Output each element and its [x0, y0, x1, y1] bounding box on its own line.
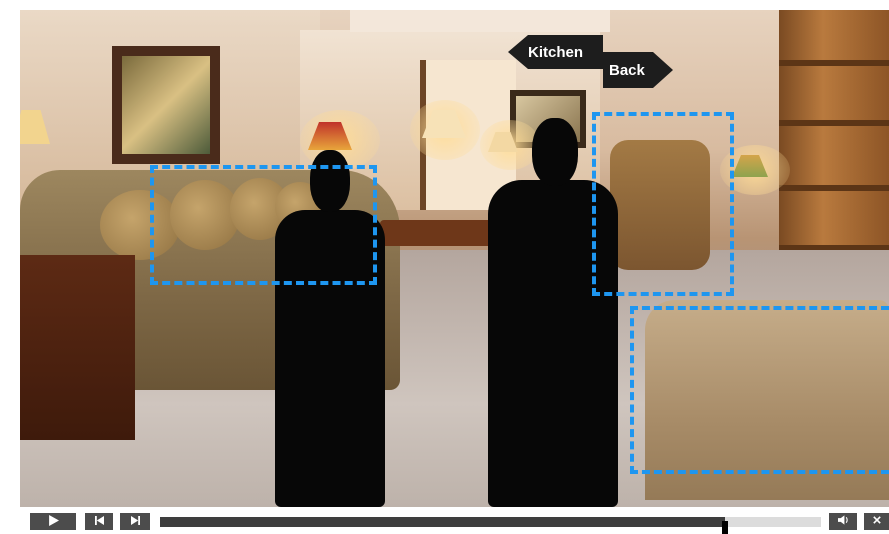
close-button[interactable] [864, 513, 889, 530]
person-silhouette-right-head [532, 118, 578, 186]
play-icon [48, 514, 59, 529]
seek-handle[interactable] [722, 521, 729, 534]
nav-kitchen-arrow[interactable]: Kitchen [508, 35, 603, 69]
next-button[interactable] [120, 513, 150, 530]
hotspot-armchair[interactable] [592, 112, 734, 296]
nav-kitchen-label: Kitchen [528, 43, 584, 61]
volume-button[interactable] [829, 513, 857, 530]
volume-icon [837, 515, 849, 528]
ceiling [350, 10, 610, 32]
nav-back-label: Back [609, 61, 645, 79]
hotspot-sofa-pillows[interactable] [150, 165, 377, 285]
skip-back-icon [94, 515, 104, 528]
skip-forward-icon [130, 515, 140, 528]
side-table [20, 255, 135, 440]
seek-bar-fill [160, 517, 726, 527]
close-icon [872, 516, 881, 527]
video-scene [20, 10, 889, 507]
play-button[interactable] [30, 513, 76, 530]
hotspot-loveseat[interactable] [630, 306, 889, 474]
framed-painting-left [112, 46, 220, 164]
player-controls [0, 507, 889, 534]
previous-button[interactable] [85, 513, 113, 530]
